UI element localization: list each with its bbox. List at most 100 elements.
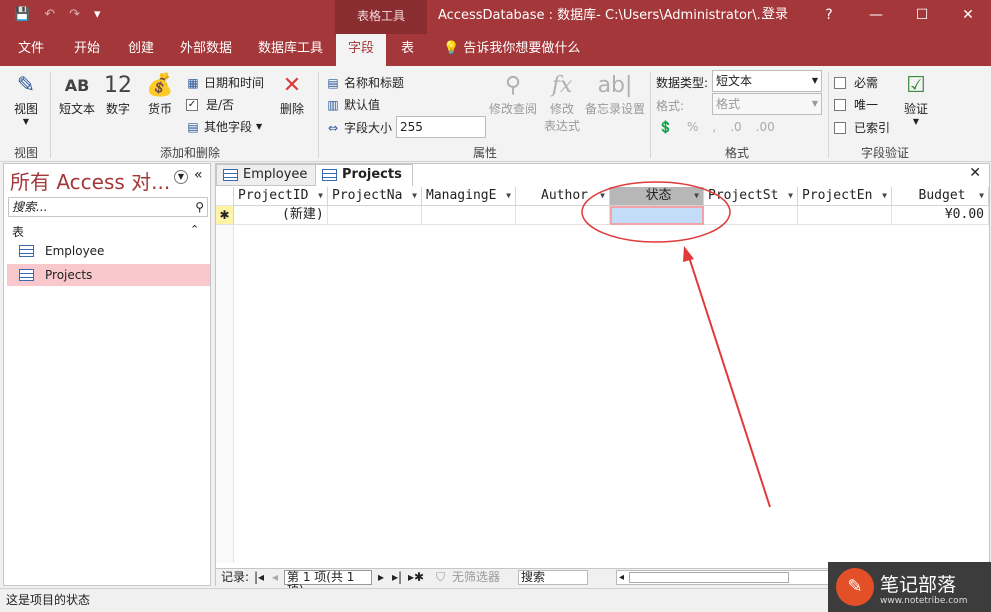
title-bar: 💾 ↶ ↷ ▾ 表格工具 AccessDatabase : 数据库- C:\Us… <box>0 0 991 34</box>
next-record-icon[interactable]: ▸ <box>378 569 384 586</box>
nav-menu-icon[interactable]: ▼ <box>174 170 188 184</box>
column-header-projectstart[interactable]: ProjectSt ▼ <box>704 187 798 206</box>
increase-decimals-icon[interactable]: .0 <box>730 120 741 134</box>
redo-icon[interactable]: ↷ <box>69 7 80 22</box>
default-value-button[interactable]: ▥ 默认值 <box>326 96 380 113</box>
column-header-projectname[interactable]: ProjectNa ▼ <box>328 187 422 206</box>
tab-table[interactable]: 表 <box>401 34 414 66</box>
nav-pane-title[interactable]: 所有 Access 对... <box>10 166 170 195</box>
help-button[interactable]: ? <box>806 0 852 32</box>
nav-search-input[interactable]: 搜索... ⚲ <box>8 197 208 217</box>
cell-new-projectend[interactable] <box>798 206 892 225</box>
comma-icon[interactable]: , <box>712 120 716 134</box>
cell-new-projectid[interactable]: (新建) <box>234 206 328 225</box>
maximize-button[interactable]: ☐ <box>899 0 945 32</box>
short-text-button[interactable]: AB 短文本 <box>56 72 98 117</box>
column-header-status[interactable]: 状态 ▼ <box>610 187 704 206</box>
currency-format-icon[interactable]: 💲 <box>658 120 673 134</box>
tab-database-tools[interactable]: 数据库工具 <box>258 34 323 66</box>
doc-tab-label: Employee <box>243 167 308 182</box>
cell-new-projectname[interactable] <box>328 206 422 225</box>
chevron-down-icon[interactable]: ▼ <box>600 187 605 205</box>
undo-icon[interactable]: ↶ <box>44 7 55 22</box>
data-type-select[interactable]: 短文本 ▼ <box>712 70 822 92</box>
field-size-icon: ⇔ <box>327 120 339 135</box>
modify-expression-label-2: 表达式 <box>543 119 580 133</box>
memo-settings-button[interactable]: ab| 备忘录设置 <box>584 72 646 117</box>
chevron-down-icon[interactable]: ▼ <box>882 187 887 205</box>
collapse-section-icon[interactable]: ⌃ <box>190 223 199 236</box>
search-icon[interactable]: ⚲ <box>195 198 204 216</box>
chevron-down-icon[interactable]: ▼ <box>412 187 417 205</box>
format-select[interactable]: 格式 ▼ <box>712 93 822 115</box>
currency-button[interactable]: 💰 货币 <box>142 72 178 117</box>
nav-item-projects[interactable]: Projects <box>7 264 210 286</box>
number-button[interactable]: 12 数字 <box>100 72 136 117</box>
checkbox-icon <box>834 98 846 111</box>
yesno-button[interactable]: ✓ 是/否 <box>186 96 234 113</box>
chevron-down-icon[interactable]: ▼ <box>318 187 323 205</box>
validation-button[interactable]: ☑ 验证 ▼ <box>896 72 936 126</box>
last-record-icon[interactable]: ▸| <box>392 569 402 586</box>
decrease-decimals-icon[interactable]: .00 <box>756 120 775 134</box>
scrollbar-thumb[interactable] <box>629 572 789 583</box>
previous-record-icon[interactable]: ◂ <box>272 569 278 586</box>
tab-home[interactable]: 开始 <box>74 34 100 66</box>
close-document-icon[interactable]: ✕ <box>969 165 981 181</box>
name-caption-button[interactable]: ▤ 名称和标题 <box>326 74 404 91</box>
column-header-budget[interactable]: Budget ▼ <box>892 187 989 206</box>
doc-tab-projects[interactable]: Projects <box>315 164 413 186</box>
tell-me-box[interactable]: 💡 告诉我你想要做什么 <box>443 34 580 66</box>
record-search-input[interactable]: 搜索 <box>518 570 588 585</box>
cell-new-projectstart[interactable] <box>704 206 798 225</box>
tab-external-data[interactable]: 外部数据 <box>180 34 232 66</box>
more-fields-button[interactable]: ▤ 其他字段 ▼ <box>186 118 262 135</box>
cell-new-status[interactable] <box>610 206 704 225</box>
memo-icon: ab| <box>597 73 633 98</box>
chevron-down-icon[interactable]: ▼ <box>788 187 793 205</box>
record-position-input[interactable]: 第 1 项(共 1 项) <box>284 570 372 597</box>
chevron-down-icon[interactable]: ▼ <box>979 187 984 205</box>
nav-section-tables[interactable]: 表 <box>12 223 24 240</box>
tab-create[interactable]: 创建 <box>128 34 154 66</box>
new-record-icon[interactable]: ▸✱ <box>408 569 424 586</box>
chevron-down-icon[interactable]: ▼ <box>694 187 699 205</box>
scroll-left-icon[interactable]: ◂ <box>619 569 624 586</box>
login-button[interactable]: 登录 <box>762 0 788 30</box>
cell-new-budget[interactable]: ¥0.00 <box>892 206 989 225</box>
save-icon[interactable]: 💾 <box>14 7 30 22</box>
cell-new-author[interactable] <box>516 206 610 225</box>
field-size-input[interactable]: 255 <box>396 116 486 138</box>
indexed-checkbox[interactable]: 已索引 <box>834 119 890 136</box>
modify-lookups-button[interactable]: ⚲ 修改查阅 <box>488 72 538 117</box>
first-record-icon[interactable]: |◂ <box>254 569 264 586</box>
doc-tab-employee[interactable]: Employee <box>216 164 319 186</box>
unique-checkbox[interactable]: 唯一 <box>834 96 878 113</box>
cell-new-managingemployee[interactable] <box>422 206 516 225</box>
collapse-nav-icon[interactable]: « <box>194 167 203 183</box>
number-format-buttons: 💲 % , .0 .00 <box>658 120 775 134</box>
tab-file[interactable]: 文件 <box>18 34 44 66</box>
column-header-author[interactable]: Author ▼ <box>516 187 610 206</box>
column-header-projectend[interactable]: ProjectEn ▼ <box>798 187 892 206</box>
nav-item-employee[interactable]: Employee <box>7 240 210 262</box>
view-icon: ✎ <box>16 73 36 98</box>
view-button[interactable]: ✎ 视图 ▼ <box>8 72 44 126</box>
datetime-button[interactable]: ▦ 日期和时间 <box>186 74 264 91</box>
customize-qat-icon[interactable]: ▾ <box>94 7 101 22</box>
column-label: ManagingE <box>426 188 497 203</box>
new-row-selector[interactable]: ✱ <box>216 206 234 225</box>
column-header-projectid[interactable]: ProjectID ▼ <box>234 187 328 206</box>
minimize-button[interactable]: — <box>853 0 899 32</box>
filter-status[interactable]: 无筛选器 <box>452 569 500 586</box>
required-checkbox[interactable]: 必需 <box>834 74 878 91</box>
select-all-corner[interactable] <box>216 187 234 206</box>
chevron-down-icon[interactable]: ▼ <box>506 187 511 205</box>
column-header-managingemployee[interactable]: ManagingE ▼ <box>422 187 516 206</box>
close-button[interactable]: ✕ <box>945 0 991 32</box>
delete-button[interactable]: ✕ 删除 <box>274 72 310 117</box>
tab-fields[interactable]: 字段 <box>336 34 387 66</box>
modify-expression-button[interactable]: fx 修改 表达式 <box>540 72 584 134</box>
percent-icon[interactable]: % <box>687 120 698 134</box>
delete-label: 删除 <box>279 102 304 116</box>
